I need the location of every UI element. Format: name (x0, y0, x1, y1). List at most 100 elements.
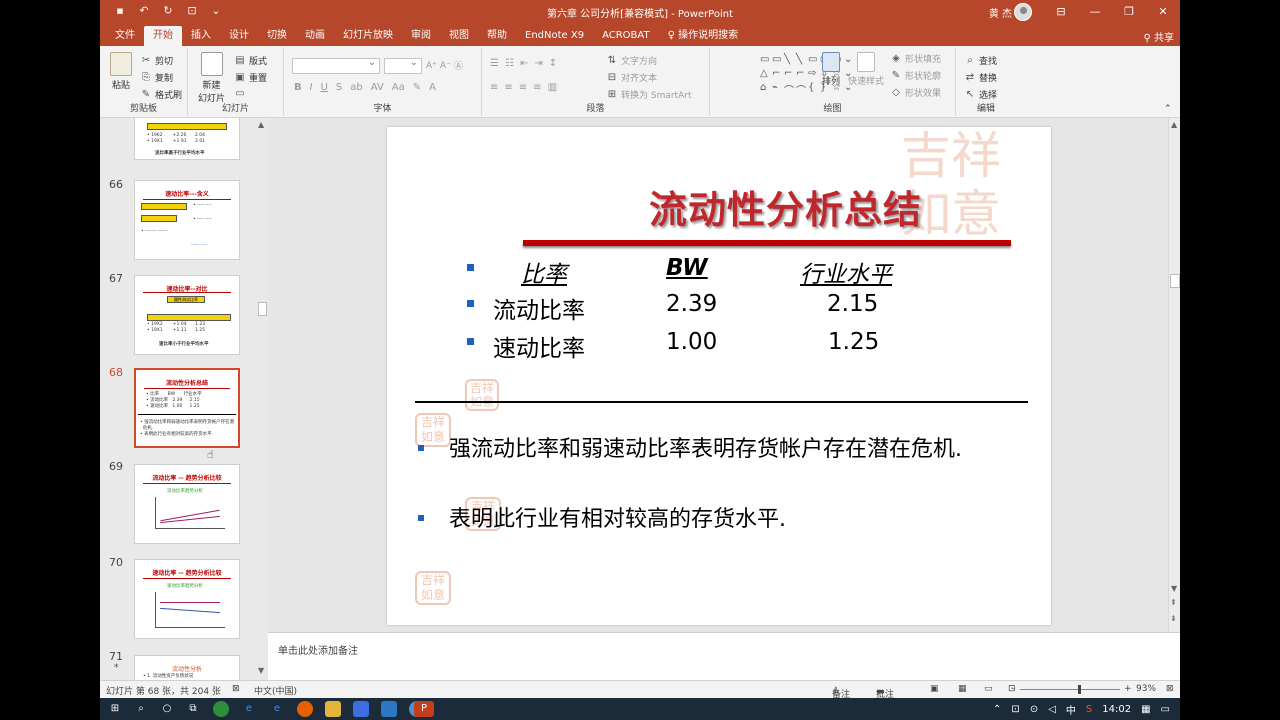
text-direction-button[interactable]: ⇅ 文字方向 (606, 54, 657, 68)
find-button[interactable]: ⌕ 查找 (964, 54, 997, 68)
zoom-out-icon[interactable]: - (1012, 684, 1015, 694)
justify-icon[interactable]: ≡ (533, 82, 541, 93)
ime-grid-icon[interactable]: ▦ (1141, 704, 1150, 715)
italic-icon[interactable]: I (310, 82, 313, 93)
columns-icon[interactable]: ▥ (548, 82, 557, 93)
tab-slideshow[interactable]: 幻灯片放映 (334, 26, 402, 46)
shape-effects-button[interactable]: ◇ 形状效果 (890, 86, 941, 100)
share-button[interactable]: ⚲ 共享 (1143, 29, 1174, 44)
format-painter-button[interactable]: ✎ 格式刷 (140, 88, 182, 102)
tab-acrobat[interactable]: ACROBAT (593, 26, 659, 46)
thumbnail-scrollbar[interactable]: ▲ ▼ (256, 120, 268, 680)
slide-thumbnail-71[interactable]: 流动性分析 • 1. 流动性资产负债状况 (134, 655, 240, 680)
align-left-icon[interactable]: ≡ (490, 82, 498, 93)
user-name[interactable]: 黄 杰 (989, 5, 1012, 20)
volume-icon[interactable]: ◁ (1048, 704, 1056, 715)
bold-icon[interactable]: B (294, 82, 302, 93)
sogou-tray-icon[interactable]: S (1086, 704, 1092, 715)
mail-icon[interactable] (381, 701, 397, 717)
notes-placeholder[interactable]: 单击此处添加备注 (278, 642, 358, 657)
chrome-icon[interactable] (213, 701, 229, 717)
smartart-button[interactable]: ⊞ 转换为 SmartArt (606, 88, 692, 102)
cut-button[interactable]: ✂ 剪切 (140, 54, 173, 68)
fit-slide-icon[interactable]: ⊠ (1166, 684, 1174, 694)
spellcheck-icon[interactable]: ⊠ (232, 684, 240, 694)
scrollbar-thumb[interactable] (258, 302, 267, 316)
line-spacing-icon[interactable]: ↕ (549, 58, 557, 69)
minimize-icon[interactable]: — (1078, 0, 1112, 24)
edge-icon[interactable]: e (241, 701, 257, 717)
slide-canvas[interactable]: 吉祥如意 吉祥如意 吉祥如意 吉祥如意 吉祥如意 流动性分析总结 比率 BW 行… (387, 127, 1051, 625)
increase-indent-icon[interactable]: ⇥ (534, 58, 542, 69)
windows-start-icon[interactable]: ⊞ (107, 701, 123, 717)
font-color-icon[interactable]: A (429, 82, 436, 93)
clock[interactable]: 14:02 (1102, 704, 1131, 715)
scroll-down-icon[interactable]: ▼ (1171, 584, 1177, 593)
previous-slide-icon[interactable]: ⇞ (1170, 598, 1177, 607)
slide-thumbnail-69[interactable]: 流动比率 -- 趋势分析比较 流动比率趋势分析 (134, 464, 240, 544)
slide-thumbnail-67[interactable]: 速动比率--对比 酸性测试比率 • 19X2 +1.04 1.23 • 19X1… (134, 275, 240, 355)
slide-thumbnail-66[interactable]: 速动比率---含义 • ---- ---- • ---- ---- • ----… (134, 180, 240, 260)
tell-me-search[interactable]: ♀ 操作说明搜索 (659, 26, 748, 46)
bullet-point[interactable]: 表明此行业有相对较高的存货水平. (415, 505, 1015, 535)
tab-design[interactable]: 设计 (220, 26, 258, 46)
change-case-icon[interactable]: Aa (392, 82, 405, 93)
slide-sorter-icon[interactable]: ▦ (958, 684, 967, 694)
tab-file[interactable]: 文件 (106, 26, 144, 46)
restore-icon[interactable]: ❐ (1112, 0, 1146, 24)
scroll-up-icon[interactable]: ▲ (1171, 120, 1177, 129)
app-icon[interactable] (353, 701, 369, 717)
align-text-button[interactable]: ⊟ 对齐文本 (606, 71, 657, 85)
strikethrough-icon[interactable]: ab (350, 82, 362, 93)
slide-thumbnail-70[interactable]: 速动比率 -- 趋势分析比较 速动比率趋势分析 (134, 559, 240, 639)
editor-scrollbar[interactable]: ▲ ▼ ⇞ ⇟ (1168, 118, 1180, 632)
scroll-down-icon[interactable]: ▼ (258, 666, 264, 675)
char-spacing-icon[interactable]: AV (371, 82, 384, 93)
collapse-ribbon-icon[interactable]: ⌃ (1164, 104, 1172, 114)
select-button[interactable]: ↖ 选择 (964, 88, 997, 102)
slide-thumbnail-65[interactable]: • 1962 +2.26 2.04 • 19X1 +1.91 2.01 流比率高… (134, 118, 240, 160)
section-button[interactable]: ▭ (234, 88, 246, 100)
replace-button[interactable]: ⇄ 替换 (964, 71, 997, 85)
scroll-up-icon[interactable]: ▲ (258, 120, 264, 129)
ribbon-display-icon[interactable]: ⊟ (1044, 0, 1078, 24)
cortana-icon[interactable]: ○ (159, 701, 175, 717)
powerpoint-taskbar-icon[interactable]: P (414, 701, 434, 717)
tab-transitions[interactable]: 切换 (258, 26, 296, 46)
font-size-controls[interactable]: A⁺ A⁻ Ⓐ (426, 59, 463, 73)
shadow-icon[interactable]: S (336, 82, 342, 93)
arrange-button[interactable]: 排列 (822, 52, 840, 87)
notes-pane[interactable]: 单击此处添加备注 S 中 °, ☺ ♪ ⌨ ♚ ▦ (268, 632, 1180, 680)
file-explorer-icon[interactable] (325, 701, 341, 717)
shape-fill-button[interactable]: ◈ 形状填充 (890, 52, 941, 66)
tray-app-icon[interactable]: ⊡ (1011, 704, 1019, 715)
slide-thumbnail-68[interactable]: 流动性分析总结 • 比率 BW 行业水平 • 流动比率 2.39 2.15 • … (134, 368, 240, 448)
align-right-icon[interactable]: ≡ (519, 82, 527, 93)
language-indicator[interactable]: 中文(中国) (254, 684, 297, 697)
tab-insert[interactable]: 插入 (182, 26, 220, 46)
font-style-buttons[interactable]: B I U Sab AV Aa ✎ A (294, 82, 436, 93)
zoom-in-icon[interactable]: + (1124, 684, 1132, 694)
tab-help[interactable]: 帮助 (478, 26, 516, 46)
zoom-slider[interactable] (1020, 685, 1120, 694)
tab-home[interactable]: 开始 (144, 26, 182, 46)
tab-review[interactable]: 审阅 (402, 26, 440, 46)
font-name-combo[interactable] (292, 57, 380, 74)
layout-button[interactable]: ▤ 版式 (234, 54, 267, 68)
firefox-icon[interactable] (297, 701, 313, 717)
bullet-point[interactable]: 强流动比率和弱速动比率表明存货帐户存在潜在危机. (415, 435, 1015, 465)
close-icon[interactable]: ✕ (1146, 0, 1180, 24)
network-icon[interactable]: ⊙ (1030, 704, 1038, 715)
slide-thumbnail-pane[interactable]: • 1962 +2.26 2.04 • 19X1 +1.91 2.01 流比率高… (100, 118, 268, 680)
new-slide-button[interactable]: 新建 幻灯片 (198, 52, 225, 104)
shapes-gallery[interactable]: ▭▭╲╲▭○▭⌄ △⌐⌐⌐⇨⇩☆⌄ ⌂⌁⌒⌒{}☆⌄ (760, 54, 858, 98)
tab-endnote[interactable]: EndNote X9 (516, 26, 593, 46)
underline-icon[interactable]: U (321, 82, 328, 93)
reading-view-icon[interactable]: ▭ (984, 684, 993, 694)
next-slide-icon[interactable]: ⇟ (1170, 614, 1177, 623)
tray-chevron-icon[interactable]: ⌃ (993, 704, 1001, 715)
search-icon[interactable]: ⌕ (133, 701, 149, 717)
task-view-icon[interactable]: ⧉ (185, 701, 201, 717)
decrease-indent-icon[interactable]: ⇤ (520, 58, 528, 69)
scrollbar-thumb[interactable] (1170, 274, 1180, 288)
